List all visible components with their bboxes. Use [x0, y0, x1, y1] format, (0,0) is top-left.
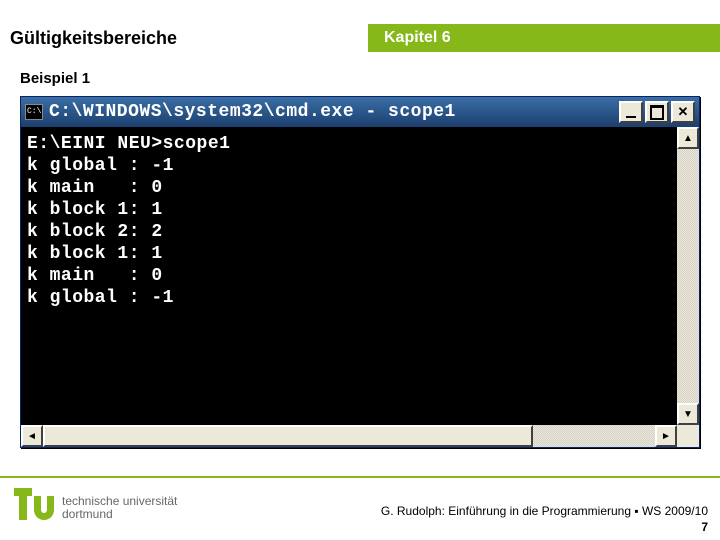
console-line: k global : -1: [27, 288, 174, 308]
console-body-wrap: E:\EINI NEU>scope1 k global : -1 k main …: [21, 127, 699, 425]
window-title: C:\WINDOWS\system32\cmd.exe - scope1: [49, 102, 619, 122]
close-button[interactable]: [671, 101, 695, 123]
cmd-icon: [25, 104, 43, 120]
scroll-thumb-horizontal[interactable]: [43, 425, 533, 447]
scroll-up-button[interactable]: ▲: [677, 127, 699, 149]
console-line: k main : 0: [27, 266, 163, 286]
header-title-right: Kapitel 6: [368, 24, 720, 52]
slide: Gültigkeitsbereiche Kapitel 6 Beispiel 1…: [0, 0, 720, 540]
scroll-track-vertical[interactable]: [677, 149, 699, 403]
uni-line-2: dortmund: [62, 508, 177, 521]
window-buttons: [619, 101, 695, 123]
slide-number: 7: [701, 520, 708, 534]
horizontal-scrollbar[interactable]: ◄ ►: [21, 425, 699, 447]
scroll-left-button[interactable]: ◄: [21, 425, 43, 447]
scrollbar-corner: [677, 425, 699, 447]
scroll-right-button[interactable]: ►: [655, 425, 677, 447]
titlebar[interactable]: C:\WINDOWS\system32\cmd.exe - scope1: [21, 97, 699, 127]
footer-logo: technische universität dortmund: [14, 488, 177, 528]
header-title-left: Gültigkeitsbereiche: [0, 24, 368, 52]
console-line: k block 1: 1: [27, 244, 163, 264]
console-line: k block 1: 1: [27, 200, 163, 220]
credit-text: G. Rudolph: Einführung in die Programmie…: [381, 504, 708, 518]
console-line: k block 2: 2: [27, 222, 163, 242]
minimize-button[interactable]: [619, 101, 643, 123]
tu-logo-icon: [14, 488, 54, 528]
university-name: technische universität dortmund: [62, 495, 177, 521]
scroll-track-horizontal[interactable]: [43, 425, 655, 447]
header-bar: Gültigkeitsbereiche Kapitel 6: [0, 24, 720, 52]
example-label: Beispiel 1: [20, 70, 90, 87]
footer-divider: [0, 476, 720, 478]
console-window: C:\WINDOWS\system32\cmd.exe - scope1 E:\…: [20, 96, 700, 448]
console-line: k global : -1: [27, 156, 174, 176]
vertical-scrollbar[interactable]: ▲ ▼: [677, 127, 699, 425]
console-output[interactable]: E:\EINI NEU>scope1 k global : -1 k main …: [21, 127, 677, 425]
maximize-button[interactable]: [645, 101, 669, 123]
console-line: E:\EINI NEU>scope1: [27, 134, 230, 154]
scroll-down-button[interactable]: ▼: [677, 403, 699, 425]
console-line: k main : 0: [27, 178, 163, 198]
